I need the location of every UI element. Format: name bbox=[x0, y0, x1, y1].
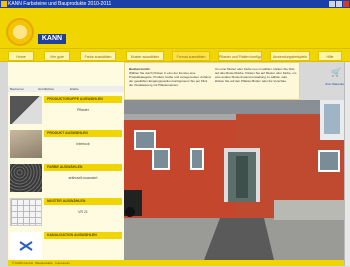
nav-item-anwendung[interactable]: Anwendungsbeispiele bbox=[270, 51, 310, 61]
produkt-thumbnail bbox=[10, 130, 42, 158]
intro-text: Wählen Sie durch Klicken in eins der Fen… bbox=[129, 71, 211, 87]
section-value: VR 21 bbox=[78, 210, 88, 214]
section-title: PRODUKT AUSWÄHLEN bbox=[44, 130, 122, 137]
footer-bar: © KANN GmbH · Bauprodukte · Impressum bbox=[8, 260, 344, 266]
minimize-button[interactable] bbox=[329, 1, 335, 7]
section-kanalisation[interactable]: KANALISATION AUSWÄHLEN bbox=[8, 230, 124, 260]
section-title: KANALISATION AUSWÄHLEN bbox=[44, 232, 122, 239]
window-titlebar: KANN Farbsteine und Bauprodukte 2010-201… bbox=[0, 0, 350, 8]
nav-item-home[interactable]: Home bbox=[8, 51, 34, 61]
section-muster[interactable]: MUSTER AUSWÄHLEN VR 21 bbox=[8, 196, 124, 226]
window-title: KANN Farbsteine und Bauprodukte 2010-201… bbox=[8, 1, 112, 7]
brand-logo[interactable]: KANN bbox=[38, 34, 66, 44]
nav-item-konfigurieren[interactable]: Pflaster und Platten konfigurieren bbox=[218, 51, 262, 61]
app-icon bbox=[1, 1, 7, 7]
produktgruppe-thumbnail bbox=[10, 96, 42, 124]
tab-bauherren[interactable]: Bauherren bbox=[8, 86, 26, 92]
section-title: MUSTER AUSWÄHLEN bbox=[44, 198, 122, 205]
section-value: anthrazit-nuanciert bbox=[68, 176, 98, 180]
nav-item-hilfe[interactable]: Hilfe bbox=[318, 51, 342, 61]
tab-erlebe[interactable]: Erlebe bbox=[68, 86, 81, 92]
nav-item-format[interactable]: Format auswählen bbox=[172, 51, 210, 61]
section-produktgruppe[interactable]: PRODUKTGRUPPE AUSWÄHLEN Pflaster bbox=[8, 94, 124, 124]
maximize-button[interactable] bbox=[336, 1, 342, 7]
section-value: Interlock bbox=[76, 142, 90, 146]
close-button[interactable] bbox=[343, 1, 349, 7]
nav-item-vier-gute[interactable]: Vier gute bbox=[44, 51, 70, 61]
section-produkt[interactable]: PRODUKT AUSWÄHLEN Interlock bbox=[8, 128, 124, 158]
sun-logo-icon bbox=[6, 18, 34, 46]
muster-thumbnail bbox=[10, 198, 42, 226]
kanalisation-thumbnail bbox=[10, 232, 42, 260]
site-header: KANN bbox=[0, 8, 350, 48]
section-title: PRODUKTGRUPPE AUSWÄHLEN bbox=[44, 96, 122, 103]
intro-col-right: Um eine Muster oder Farbe neu zu wählen,… bbox=[215, 67, 297, 83]
window-controls bbox=[329, 1, 349, 7]
vertical-scrollbar[interactable] bbox=[344, 62, 350, 266]
farbe-thumbnail bbox=[10, 164, 42, 192]
nav-item-muster[interactable]: Muster auswählen bbox=[126, 51, 164, 61]
intro-panel: Bauherreninfo: Wählen Sie durch Klicken … bbox=[124, 62, 300, 100]
view-tabs: Bauherren Grünflächen Erlebe bbox=[8, 86, 124, 92]
cart-icon[interactable]: 🛒 bbox=[328, 68, 344, 82]
main-nav: Home Vier gute Farbe auswählen Muster au… bbox=[0, 48, 350, 62]
nav-item-farbe[interactable]: Farbe auswählen bbox=[80, 51, 116, 61]
section-title: FARBE AUSWÄHLEN bbox=[44, 164, 122, 171]
tab-gruenflaechen[interactable]: Grünflächen bbox=[36, 86, 56, 92]
section-farbe[interactable]: FARBE AUSWÄHLEN anthrazit-nuanciert bbox=[8, 162, 124, 192]
house-preview-image bbox=[124, 100, 344, 260]
section-value: Pflaster bbox=[77, 108, 89, 112]
intro-col-left: Bauherreninfo: Wählen Sie durch Klicken … bbox=[129, 67, 211, 87]
